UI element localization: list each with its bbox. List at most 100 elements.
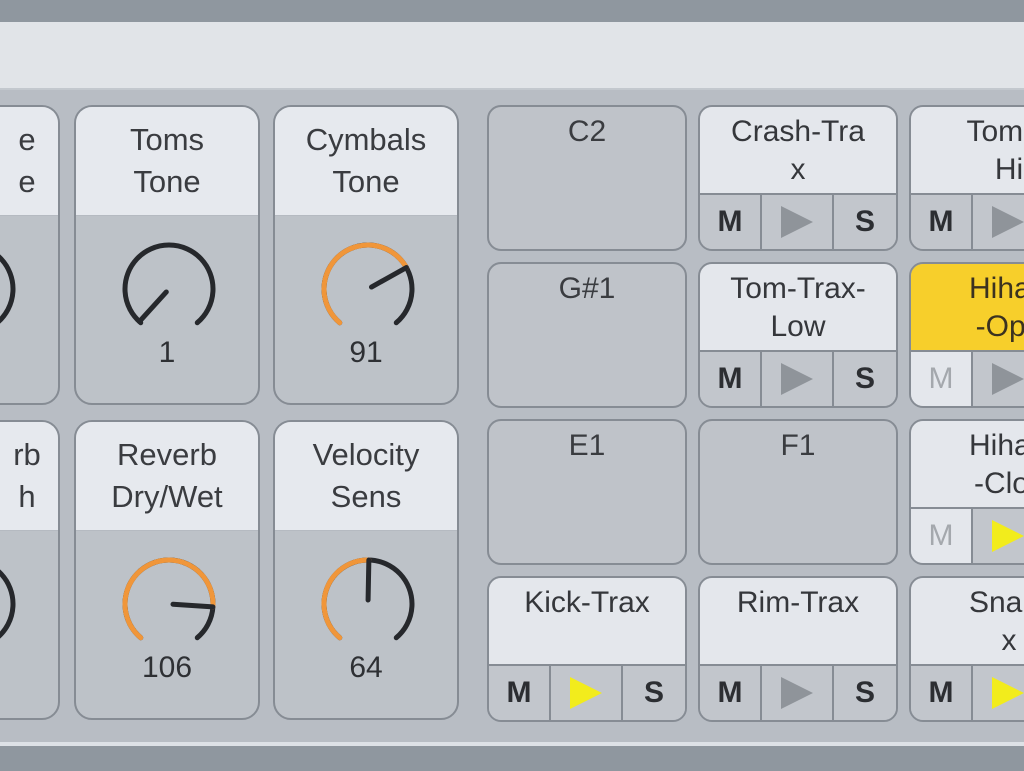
preview-play-button[interactable] xyxy=(762,195,834,249)
pad-note-label: C2 xyxy=(567,115,607,148)
macro-knob-card[interactable]: rb h xyxy=(0,420,60,720)
pad-name: Kick-Trax xyxy=(489,578,685,666)
pad-name: Hihat- -Clos xyxy=(911,421,1024,509)
pad-name-line: Hihat- xyxy=(968,429,1024,462)
macro-knob-card[interactable]: Velocity Sens 64 xyxy=(273,420,459,720)
pad-controls: M S xyxy=(911,195,1024,249)
pad-controls: M S xyxy=(700,666,896,720)
drum-pad[interactable]: Crash-Tra x M S xyxy=(698,105,898,251)
macro-knob-card[interactable]: Cymbals Tone 91 xyxy=(273,105,459,405)
macro-label: Tone xyxy=(133,164,201,199)
preview-play-button[interactable] xyxy=(973,509,1024,563)
solo-button[interactable]: S xyxy=(834,666,896,720)
drum-pad[interactable]: Tom-T Hi M S xyxy=(909,105,1024,251)
mute-button[interactable]: M xyxy=(700,195,762,249)
play-icon xyxy=(570,677,602,709)
knob-dial[interactable] xyxy=(114,549,224,659)
play-icon xyxy=(992,206,1024,238)
knob-track xyxy=(0,569,16,639)
macro-value: 91 xyxy=(349,336,383,369)
preview-play-button[interactable] xyxy=(973,352,1024,406)
pad-controls: M S xyxy=(489,666,685,720)
device-header-strip xyxy=(0,22,1024,90)
pad-name: Tom-Trax- Low xyxy=(700,264,896,352)
pad-name-line: Tom-Trax- xyxy=(730,272,866,305)
pad-name-line: x xyxy=(790,153,806,186)
preview-play-button[interactable] xyxy=(973,195,1024,249)
pad-name-line: x xyxy=(1001,624,1017,657)
solo-button[interactable]: S xyxy=(834,195,896,249)
empty-pad[interactable]: C2 xyxy=(487,105,687,251)
drum-pad[interactable]: Rim-Trax M S xyxy=(698,576,898,722)
drum-pad[interactable]: Tom-Trax- Low M S xyxy=(698,262,898,408)
knob-dial[interactable] xyxy=(0,234,24,344)
knob-dial[interactable] xyxy=(0,549,24,659)
knob-value-arc xyxy=(321,557,372,641)
drum-pad[interactable]: Snare x M S xyxy=(909,576,1024,722)
knob-dial[interactable] xyxy=(313,234,423,344)
preview-play-button[interactable] xyxy=(762,352,834,406)
pad-name-line: Crash-Tra xyxy=(731,115,865,148)
mute-button[interactable]: M xyxy=(911,195,973,249)
pad-name-line: Rim-Trax xyxy=(736,586,860,619)
macro-label: e xyxy=(18,164,36,199)
macro-label: Tone xyxy=(332,164,400,199)
drum-pad[interactable]: Hihat- -Clos M S xyxy=(909,419,1024,565)
pad-note-label: F1 xyxy=(780,429,816,462)
pad-controls: M S xyxy=(911,352,1024,406)
macro-value: 106 xyxy=(141,651,193,684)
mute-button[interactable]: M xyxy=(911,352,973,406)
solo-button[interactable]: S xyxy=(623,666,685,720)
knob-track xyxy=(122,242,216,326)
pad-controls: M S xyxy=(700,195,896,249)
knob-dial[interactable] xyxy=(114,234,224,344)
macro-label: Toms xyxy=(129,122,205,157)
macro-label: Cymbals xyxy=(305,122,427,157)
knob-needle xyxy=(136,289,169,325)
pad-name: Hihat- -Ope xyxy=(911,264,1024,352)
macro-knob-card[interactable]: Toms Tone 1 xyxy=(74,105,260,405)
play-icon xyxy=(781,363,813,395)
macro-label: h xyxy=(18,479,36,514)
pad-note-label: E1 xyxy=(568,429,606,462)
knob-value-arc xyxy=(122,557,216,641)
preview-play-button[interactable] xyxy=(551,666,623,720)
pad-name-line: Hi xyxy=(994,153,1024,186)
mute-button[interactable]: M xyxy=(489,666,551,720)
macro-knob-card[interactable]: Reverb Dry/Wet 106 xyxy=(74,420,260,720)
empty-pad[interactable]: F1 xyxy=(698,419,898,565)
pad-name: Crash-Tra x xyxy=(700,107,896,195)
macro-label: Dry/Wet xyxy=(111,479,223,514)
macro-knob-card[interactable]: ee xyxy=(0,105,60,405)
knob-needle xyxy=(368,265,409,290)
pad-name-line: Snare xyxy=(968,586,1024,619)
macro-label: e xyxy=(18,122,36,157)
pad-name-line: Kick-Trax xyxy=(524,586,650,619)
knob-needle xyxy=(365,557,372,603)
pad-name: Tom-T Hi xyxy=(911,107,1024,195)
play-icon xyxy=(781,677,813,709)
empty-pad[interactable]: G#1 xyxy=(487,262,687,408)
mute-button[interactable]: M xyxy=(911,509,973,563)
knob-value-arc xyxy=(321,242,409,326)
macro-label: rb xyxy=(13,437,41,472)
pad-name-line: Hihat- xyxy=(968,272,1024,305)
pad-controls: M S xyxy=(911,666,1024,720)
play-icon xyxy=(781,206,813,238)
drum-pad[interactable]: Hihat- -Ope M S xyxy=(909,262,1024,408)
knob-needle xyxy=(170,601,216,610)
knob-dial[interactable] xyxy=(313,549,423,659)
pad-name-line: -Ope xyxy=(975,310,1024,343)
preview-play-button[interactable] xyxy=(973,666,1024,720)
pad-controls: M S xyxy=(911,509,1024,563)
mute-button[interactable]: M xyxy=(700,666,762,720)
drum-pad[interactable]: Kick-Trax M S xyxy=(487,576,687,722)
preview-play-button[interactable] xyxy=(762,666,834,720)
mute-button[interactable]: M xyxy=(700,352,762,406)
drum-rack-panel: ee Toms Tone 1 Cymbals Tone 91 rb h Reverb D… xyxy=(0,95,1024,740)
macro-label: Reverb xyxy=(117,437,217,472)
pad-note-label: G#1 xyxy=(558,272,616,305)
solo-button[interactable]: S xyxy=(834,352,896,406)
mute-button[interactable]: M xyxy=(911,666,973,720)
empty-pad[interactable]: E1 xyxy=(487,419,687,565)
